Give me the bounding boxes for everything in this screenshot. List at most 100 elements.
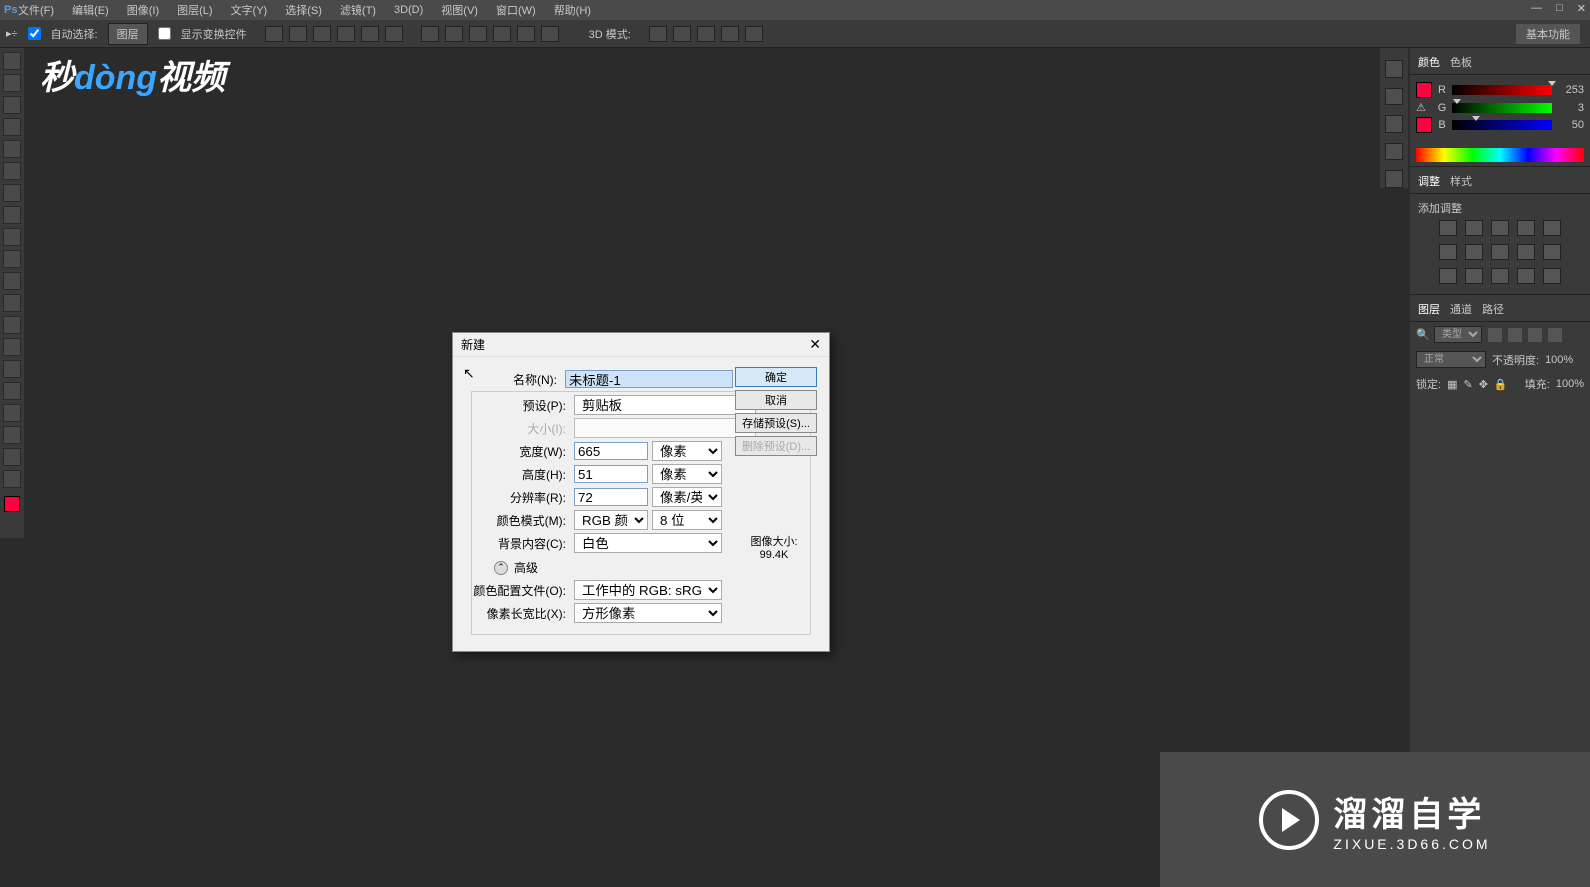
eyedropper-tool[interactable]: [3, 162, 21, 180]
collapsed-panel-icon[interactable]: [1385, 88, 1403, 106]
stamp-tool[interactable]: [3, 228, 21, 246]
g-slider[interactable]: [1452, 103, 1552, 113]
auto-select-target[interactable]: 图层: [108, 23, 148, 45]
lock-icon[interactable]: ▦: [1447, 378, 1457, 391]
3d-icon[interactable]: [745, 26, 763, 42]
ok-button[interactable]: 确定: [735, 367, 817, 387]
search-icon[interactable]: 🔍: [1416, 328, 1428, 341]
distribute-icon[interactable]: [493, 26, 511, 42]
width-unit-select[interactable]: 像素: [652, 441, 722, 461]
name-input[interactable]: [565, 370, 733, 388]
opacity-value[interactable]: 100%: [1545, 354, 1573, 366]
tab-color[interactable]: 颜色: [1418, 54, 1440, 70]
path-tool[interactable]: [3, 404, 21, 422]
blend-mode-select[interactable]: 正常: [1416, 351, 1486, 368]
adjust-icon[interactable]: [1543, 220, 1561, 236]
filter-icon[interactable]: [1528, 328, 1542, 342]
distribute-icon[interactable]: [445, 26, 463, 42]
adjust-icon[interactable]: [1439, 220, 1457, 236]
adjust-icon[interactable]: [1517, 268, 1535, 284]
blur-tool[interactable]: [3, 316, 21, 334]
align-icon[interactable]: [265, 26, 283, 42]
align-icon[interactable]: [289, 26, 307, 42]
close-window-icon[interactable]: ✕: [1577, 2, 1586, 15]
advanced-toggle-icon[interactable]: ⌃: [494, 561, 508, 575]
menu-type[interactable]: 文字(Y): [231, 2, 268, 18]
fg-swatch-icon[interactable]: [1416, 82, 1432, 98]
lasso-tool[interactable]: [3, 96, 21, 114]
menu-file[interactable]: 文件(F): [18, 2, 54, 18]
menu-3d[interactable]: 3D(D): [394, 4, 423, 16]
menu-image[interactable]: 图像(I): [127, 2, 159, 18]
bit-depth-select[interactable]: 8 位: [652, 510, 722, 530]
dodge-tool[interactable]: [3, 338, 21, 356]
brush-tool[interactable]: [3, 206, 21, 224]
zoom-tool[interactable]: [3, 470, 21, 488]
move-tool-icon[interactable]: ▸÷: [6, 27, 18, 40]
gradient-tool[interactable]: [3, 294, 21, 312]
collapsed-panel-icon[interactable]: [1385, 143, 1403, 161]
align-icon[interactable]: [361, 26, 379, 42]
align-icon[interactable]: [313, 26, 331, 42]
height-input[interactable]: [574, 465, 648, 483]
distribute-icon[interactable]: [517, 26, 535, 42]
crop-tool[interactable]: [3, 140, 21, 158]
adjust-icon[interactable]: [1439, 244, 1457, 260]
heal-tool[interactable]: [3, 184, 21, 202]
workspace-switcher[interactable]: 基本功能: [1516, 24, 1580, 44]
menu-edit[interactable]: 编辑(E): [72, 2, 109, 18]
minimize-icon[interactable]: —: [1531, 2, 1542, 15]
menu-help[interactable]: 帮助(H): [554, 2, 591, 18]
save-preset-button[interactable]: 存储预设(S)...: [735, 413, 817, 433]
g-value[interactable]: 3: [1556, 102, 1584, 114]
filter-icon[interactable]: [1548, 328, 1562, 342]
history-brush-tool[interactable]: [3, 250, 21, 268]
tab-styles[interactable]: 样式: [1450, 173, 1472, 189]
resolution-unit-select[interactable]: 像素/英寸: [652, 487, 722, 507]
menu-view[interactable]: 视图(V): [441, 2, 478, 18]
lock-icon[interactable]: 🔒: [1494, 378, 1508, 391]
color-mode-select[interactable]: RGB 颜色: [574, 510, 648, 530]
color-profile-select[interactable]: 工作中的 RGB: sRGB IEC619...: [574, 580, 722, 600]
collapsed-panel-icon[interactable]: [1385, 60, 1403, 78]
type-tool[interactable]: [3, 382, 21, 400]
adjust-icon[interactable]: [1491, 244, 1509, 260]
resolution-input[interactable]: [574, 488, 648, 506]
adjust-icon[interactable]: [1465, 220, 1483, 236]
3d-icon[interactable]: [673, 26, 691, 42]
pixel-aspect-select[interactable]: 方形像素: [574, 603, 722, 623]
adjust-icon[interactable]: [1517, 220, 1535, 236]
adjust-icon[interactable]: [1439, 268, 1457, 284]
marquee-tool[interactable]: [3, 74, 21, 92]
advanced-label[interactable]: 高级: [514, 559, 538, 576]
menu-layer[interactable]: 图层(L): [177, 2, 212, 18]
background-select[interactable]: 白色: [574, 533, 722, 553]
menu-select[interactable]: 选择(S): [285, 2, 322, 18]
fill-value[interactable]: 100%: [1556, 378, 1584, 390]
lock-icon[interactable]: ✎: [1463, 378, 1472, 391]
foreground-background-swatch[interactable]: [4, 496, 20, 512]
align-icon[interactable]: [385, 26, 403, 42]
menu-filter[interactable]: 滤镜(T): [340, 2, 376, 18]
pen-tool[interactable]: [3, 360, 21, 378]
r-value[interactable]: 253: [1556, 84, 1584, 96]
show-transform-checkbox[interactable]: [158, 27, 171, 40]
menu-window[interactable]: 窗口(W): [496, 2, 536, 18]
bg-swatch-icon[interactable]: [1416, 117, 1432, 133]
adjust-icon[interactable]: [1543, 244, 1561, 260]
hand-tool[interactable]: [3, 448, 21, 466]
tab-adjustments[interactable]: 调整: [1418, 173, 1440, 189]
shape-tool[interactable]: [3, 426, 21, 444]
tab-layers[interactable]: 图层: [1418, 301, 1440, 317]
align-icon[interactable]: [337, 26, 355, 42]
close-icon[interactable]: ✕: [809, 336, 821, 353]
adjust-icon[interactable]: [1517, 244, 1535, 260]
distribute-icon[interactable]: [541, 26, 559, 42]
3d-icon[interactable]: [649, 26, 667, 42]
b-value[interactable]: 50: [1556, 119, 1584, 131]
adjust-icon[interactable]: [1465, 244, 1483, 260]
adjust-icon[interactable]: [1465, 268, 1483, 284]
tab-paths[interactable]: 路径: [1482, 301, 1504, 317]
filter-icon[interactable]: [1488, 328, 1502, 342]
filter-icon[interactable]: [1508, 328, 1522, 342]
